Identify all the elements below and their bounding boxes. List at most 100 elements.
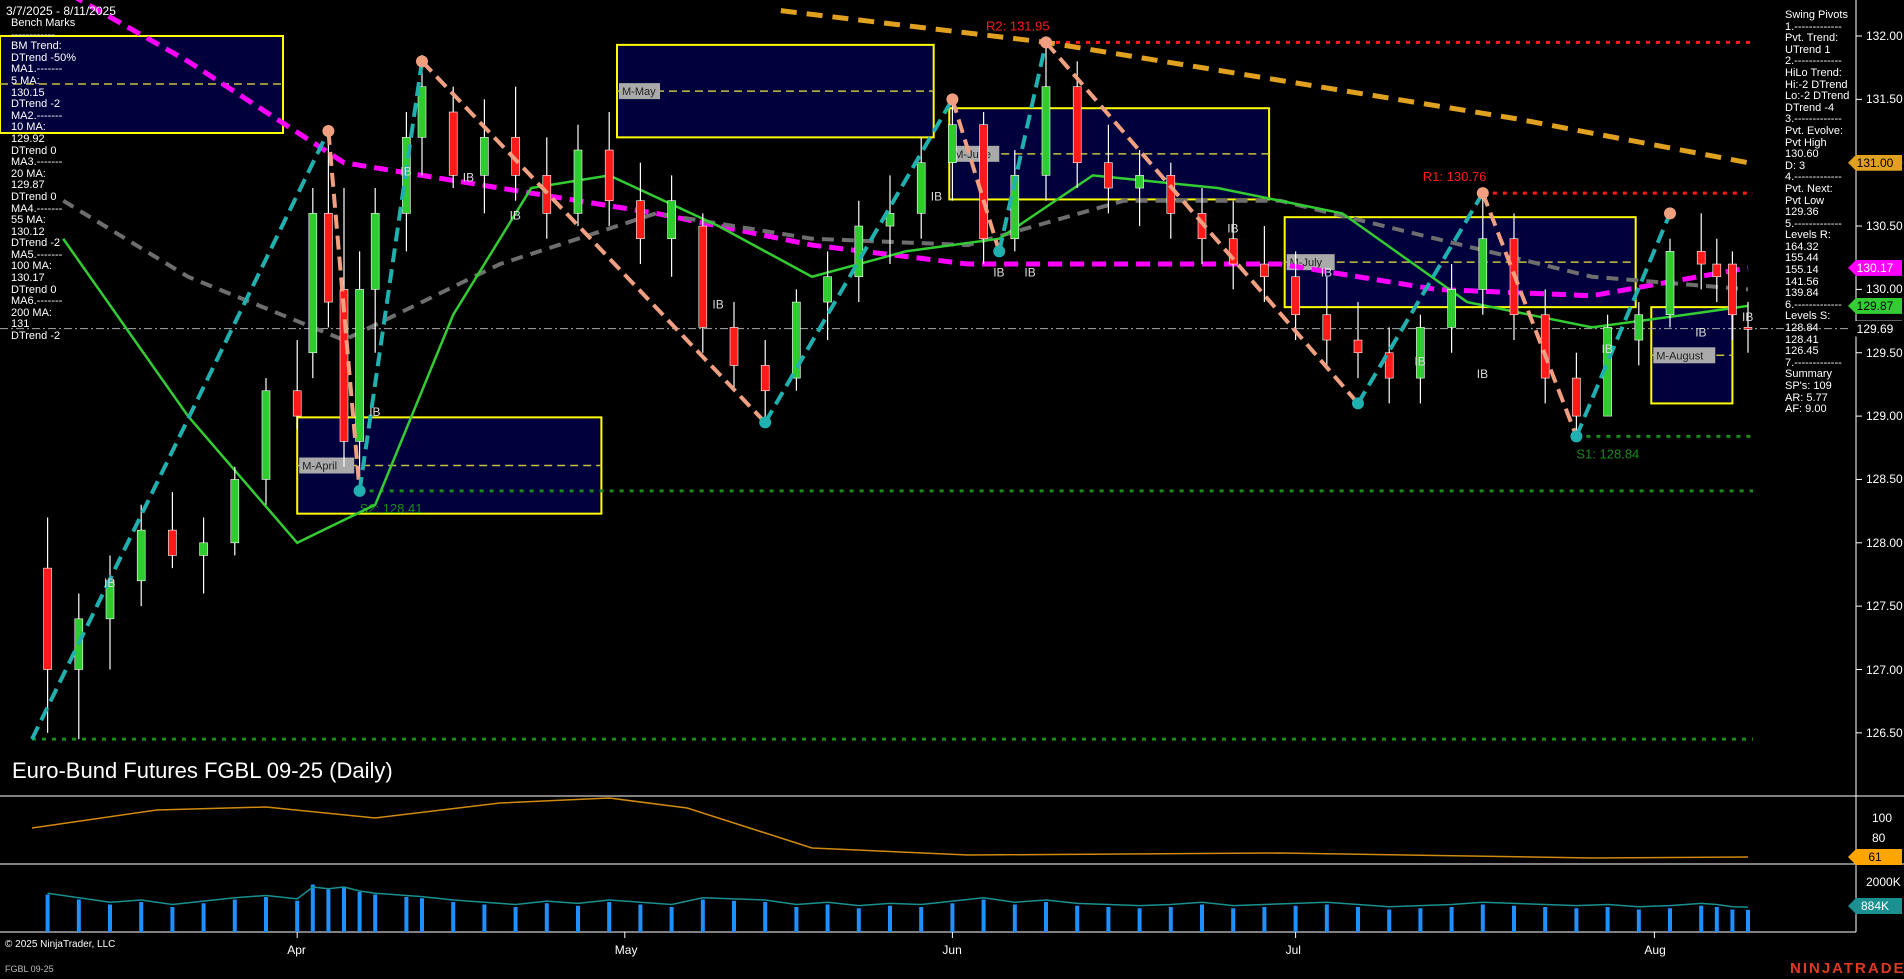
candle-body [1042, 87, 1050, 176]
ib-label: IB [1414, 354, 1425, 368]
volume-bar [482, 905, 486, 933]
volume-bar [607, 902, 611, 932]
ib-label: IB [1742, 310, 1753, 324]
info-line: Lo:-2 DTrend [1785, 91, 1849, 103]
volume-bar [1231, 908, 1235, 932]
candle-body [309, 213, 317, 352]
info-line: Pvt. Next: [1785, 184, 1849, 196]
info-line: 130.60 [1785, 149, 1849, 161]
candle-body [699, 226, 707, 327]
candle [309, 188, 317, 378]
volume-bar [1169, 907, 1173, 932]
ib-label: IB [712, 297, 723, 311]
ib-label: IB [931, 190, 942, 204]
volume-bar [233, 900, 237, 933]
candle [480, 99, 488, 213]
volume-tick-label: 2000K [1866, 875, 1901, 889]
volume-bar [1637, 910, 1641, 933]
volume-bar [108, 905, 112, 933]
volume-bar [1574, 908, 1578, 932]
ib-label: IB [463, 171, 474, 185]
ib-label: IB [1227, 221, 1238, 235]
candle-body [168, 530, 176, 555]
volume-bar [139, 902, 143, 932]
info-line: Pvt. Evolve: [1785, 126, 1849, 138]
candle-body [574, 150, 582, 213]
ib-label: IB [510, 209, 521, 223]
volume-bar [46, 895, 50, 933]
volume-bar [358, 892, 362, 932]
monthly-label: M-April [299, 458, 354, 474]
candle-body [1073, 87, 1081, 163]
candle-body [1323, 315, 1331, 340]
volume-bar [1138, 908, 1142, 932]
candle-body [1479, 239, 1487, 290]
info-line: 155.14 [1785, 265, 1849, 277]
candle-body [231, 479, 239, 542]
copyright: © 2025 NinjaTrader, LLC [5, 939, 115, 950]
price-chart[interactable]: M-AprilM-MayM-JuneM-JulyM-AugustR2: 131.… [0, 0, 1904, 979]
candle-body [1260, 264, 1268, 277]
candle [106, 555, 114, 669]
candle [1666, 239, 1674, 328]
candle-body [1354, 340, 1362, 353]
volume-bar [670, 907, 674, 932]
candle-body [449, 112, 457, 175]
price-tick-label: 128.00 [1866, 536, 1903, 550]
ib-label: IB [400, 164, 411, 178]
candle [1572, 353, 1580, 437]
info-line: AF: 9.00 [1785, 404, 1849, 416]
volume-bar [1668, 908, 1672, 932]
volume-bar [1075, 906, 1079, 932]
volume-bar [1200, 905, 1204, 933]
volume-bar [638, 905, 642, 933]
ninjatrader-logo: NINJATRADER [1790, 960, 1904, 977]
candle-body [262, 391, 270, 480]
volume-bar [1543, 907, 1547, 932]
candle [1697, 213, 1705, 289]
candle-body [917, 163, 925, 214]
candle-body [137, 530, 145, 581]
candle-body [636, 201, 644, 239]
info-line: 130.17 [11, 273, 76, 285]
candle [1354, 302, 1362, 378]
volume-bar [420, 898, 424, 932]
monthly-box-label: M-August [1656, 350, 1703, 362]
indicator-tick-label: 100 [1872, 811, 1892, 825]
price-tick-label: 127.50 [1866, 599, 1903, 613]
monthly-box-label: M-April [302, 461, 337, 473]
price-tick-label: 127.00 [1866, 663, 1903, 677]
volume-bar [77, 900, 81, 933]
candle [761, 340, 769, 422]
price-tick-label: 130.00 [1866, 282, 1903, 296]
candle [1385, 327, 1393, 403]
info-line: 128.84 [1785, 323, 1849, 335]
volume-bar [1450, 907, 1454, 932]
candle [699, 213, 707, 352]
ib-label: IB [1321, 266, 1332, 280]
candle [402, 112, 410, 251]
volume-bar [326, 890, 330, 933]
ib-label: IB [104, 576, 115, 590]
volume-bar [311, 885, 315, 933]
ib-label: IB [1695, 325, 1706, 339]
candle-body [1744, 327, 1752, 329]
volume-bar [950, 903, 954, 932]
volume-bar [295, 901, 299, 932]
level-label: R2: 131.95 [986, 18, 1050, 33]
candle [1635, 302, 1643, 365]
price-tag: 131.00 [1848, 155, 1902, 171]
candle [824, 251, 832, 340]
candle-body [1104, 163, 1112, 188]
candle [1713, 239, 1721, 302]
candle [886, 175, 894, 264]
date-tick-label: Aug [1644, 943, 1665, 957]
info-line: Swing Pivots [1785, 10, 1849, 22]
volume-bar [826, 905, 830, 933]
volume-bar [576, 906, 580, 932]
price-tag: 130.17 [1848, 260, 1902, 276]
ib-label: IB [1477, 367, 1488, 381]
volume-average-line [48, 887, 1748, 907]
volume-bar [1325, 905, 1329, 933]
bench-marks-panel: Bench Marks------------BM Trend:DTrend -… [11, 18, 76, 343]
